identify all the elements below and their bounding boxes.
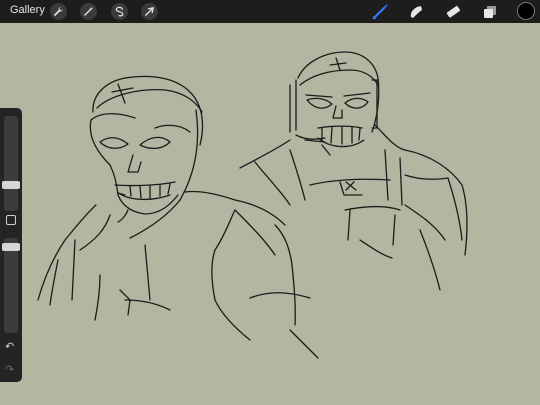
- eraser-icon[interactable]: [443, 2, 463, 22]
- redo-icon[interactable]: ↷: [5, 363, 14, 376]
- drawing-canvas[interactable]: [0, 23, 540, 405]
- transform-arrow-icon[interactable]: [141, 3, 158, 20]
- smudge-icon[interactable]: [406, 2, 426, 22]
- modify-button[interactable]: [6, 215, 16, 225]
- selection-icon[interactable]: [111, 3, 128, 20]
- color-picker-button[interactable]: [517, 2, 535, 20]
- gallery-button[interactable]: Gallery: [10, 4, 45, 16]
- opacity-slider[interactable]: [2, 238, 20, 333]
- brush-size-slider[interactable]: [2, 116, 20, 211]
- layers-icon[interactable]: [480, 2, 500, 22]
- magic-wand-icon[interactable]: [80, 3, 97, 20]
- left-sidebar: ↶ ↷: [0, 108, 22, 382]
- wrench-icon[interactable]: [50, 3, 67, 20]
- opacity-thumb[interactable]: [2, 243, 20, 251]
- sketch-strokes: [37, 51, 468, 359]
- brush-icon[interactable]: [370, 2, 390, 22]
- brush-size-thumb[interactable]: [2, 181, 20, 189]
- top-toolbar: Gallery: [0, 0, 540, 23]
- undo-icon[interactable]: ↶: [5, 340, 14, 353]
